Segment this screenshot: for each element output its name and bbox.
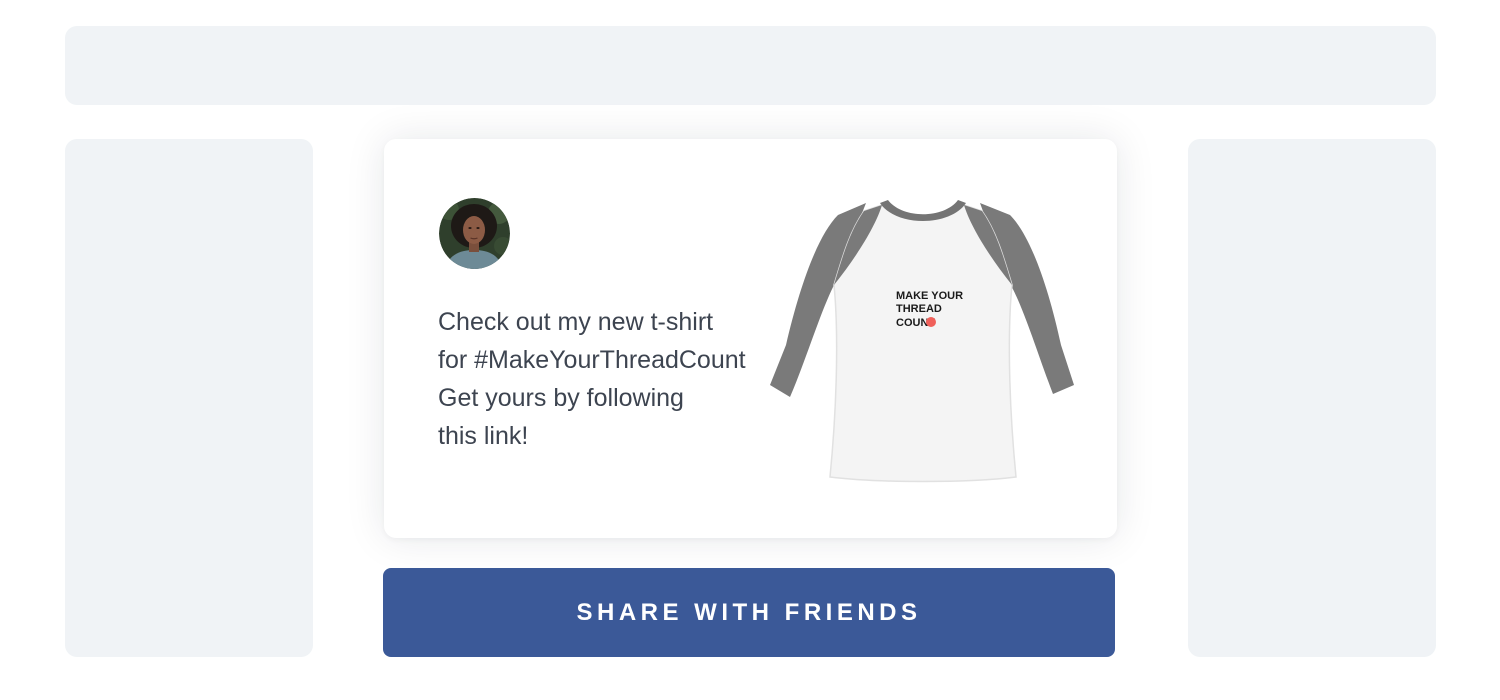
share-page: Check out my new t-shirt for #MakeYourTh… — [0, 0, 1500, 700]
avatar — [439, 198, 510, 269]
avatar-image — [439, 198, 510, 269]
tshirt-illustration: MAKE YOUR THREAD COUNT — [770, 200, 1074, 483]
post-message-line: this link! — [438, 422, 529, 450]
post-message: Check out my new t-shirt for #MakeYourTh… — [438, 303, 768, 455]
post-message-line: for #MakeYourThreadCount — [438, 346, 746, 374]
right-placeholder-panel — [1188, 139, 1436, 657]
post-message-line: Check out my new t-shirt — [438, 308, 714, 336]
shirt-print-line: THREAD — [896, 303, 942, 315]
post-message-line: Get yours by following — [438, 384, 684, 412]
tshirt-image: MAKE YOUR THREAD COUNT — [768, 195, 1078, 485]
print-dot-icon — [926, 317, 936, 327]
shirt-print-line: MAKE YOUR — [896, 290, 963, 302]
left-placeholder-panel — [65, 139, 313, 657]
post-card: Check out my new t-shirt for #MakeYourTh… — [384, 139, 1117, 538]
share-with-friends-button[interactable]: SHARE WITH FRIENDS — [383, 568, 1115, 657]
top-placeholder-bar — [65, 26, 1436, 105]
